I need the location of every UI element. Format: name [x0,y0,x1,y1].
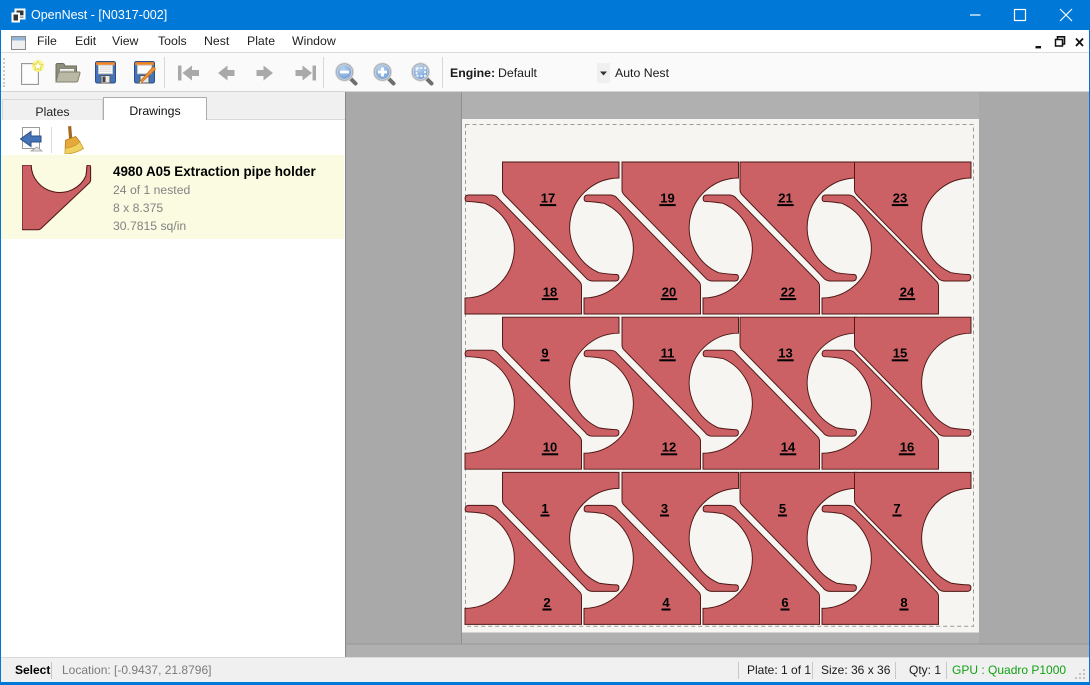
svg-text:17: 17 [541,191,555,206]
svg-text:22: 22 [781,285,795,300]
svg-text:19: 19 [660,191,674,206]
svg-text:10: 10 [543,440,557,455]
svg-text:2: 2 [543,595,550,610]
svg-text:1: 1 [541,501,548,516]
svg-text:16: 16 [900,440,914,455]
svg-text:15: 15 [893,346,907,361]
svg-text:12: 12 [662,440,676,455]
svg-text:20: 20 [662,285,676,300]
svg-text:8: 8 [900,595,907,610]
svg-text:21: 21 [778,191,792,206]
svg-text:6: 6 [781,595,788,610]
svg-text:24: 24 [900,285,915,300]
svg-text:7: 7 [893,501,900,516]
svg-text:9: 9 [541,346,548,361]
svg-text:4: 4 [662,595,670,610]
svg-text:14: 14 [781,440,796,455]
svg-text:5: 5 [779,501,786,516]
svg-text:23: 23 [893,191,907,206]
svg-text:18: 18 [543,285,557,300]
svg-text:13: 13 [778,346,792,361]
svg-text:3: 3 [661,501,668,516]
svg-text:11: 11 [661,346,675,361]
